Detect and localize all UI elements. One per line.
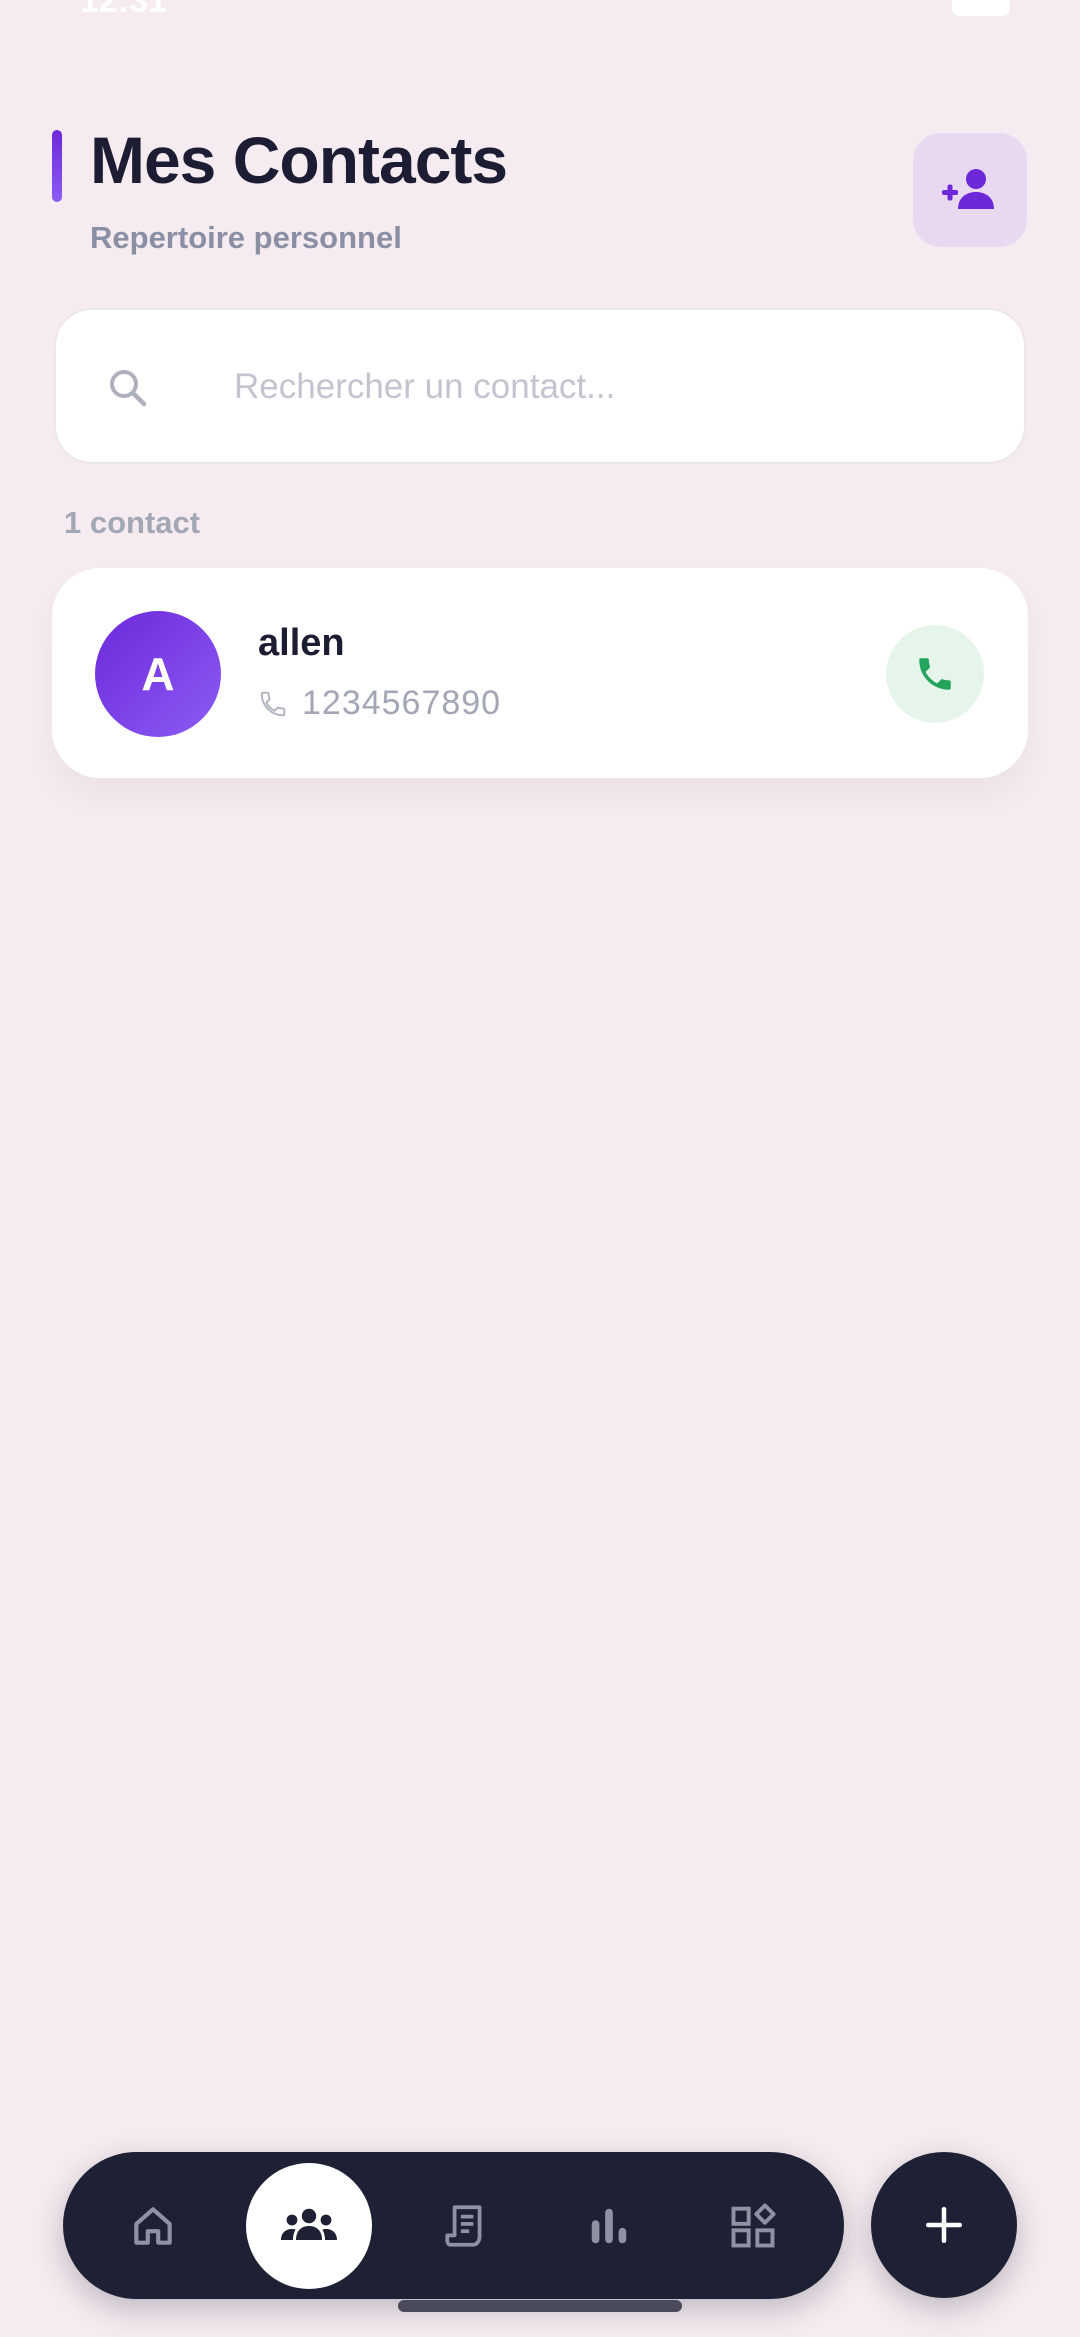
nav-active-bubble: [246, 2162, 372, 2289]
phone-icon: [258, 688, 290, 720]
avatar: A: [95, 611, 221, 737]
contact-name: allen: [258, 622, 345, 664]
contact-count: 1 contact: [64, 505, 201, 540]
nav-item-home[interactable]: [90, 2152, 216, 2299]
search-icon: [110, 370, 147, 407]
bottom-nav: [63, 2152, 844, 2299]
search-input[interactable]: [234, 350, 974, 424]
receipt-icon: [445, 2204, 482, 2247]
people-icon: [281, 2208, 337, 2240]
status-time: 12:31: [80, 0, 167, 20]
page-title: Mes Contacts: [90, 123, 508, 197]
bar-chart-icon: [591, 2208, 627, 2243]
title-accent-bar: [52, 130, 62, 202]
add-fab-button[interactable]: [871, 2152, 1017, 2298]
widgets-icon: [731, 2202, 776, 2247]
battery-icon: [952, 0, 1010, 16]
phone-call-icon: [919, 658, 951, 690]
nav-item-receipts[interactable]: [402, 2152, 528, 2299]
nav-item-widgets[interactable]: [690, 2152, 816, 2299]
add-contact-button[interactable]: [913, 133, 1027, 247]
call-button[interactable]: [886, 625, 984, 723]
plus-icon: [925, 2206, 963, 2244]
search-bar[interactable]: [54, 308, 1026, 464]
app-screen: 12:31 Mes Contacts Repertoire personnel …: [0, 0, 1080, 2337]
person-add-icon: [942, 169, 994, 209]
status-bar: 12:31: [0, 0, 1080, 22]
page-subtitle: Repertoire personnel: [90, 220, 402, 255]
home-indicator: [398, 2300, 682, 2312]
contact-phone-row: 1234567890: [258, 684, 501, 723]
nav-item-stats[interactable]: [546, 2152, 672, 2299]
contact-phone: 1234567890: [302, 684, 502, 722]
nav-item-contacts[interactable]: [246, 2152, 372, 2299]
home-icon: [134, 2206, 172, 2245]
contact-card[interactable]: A allen 1234567890: [52, 568, 1028, 778]
